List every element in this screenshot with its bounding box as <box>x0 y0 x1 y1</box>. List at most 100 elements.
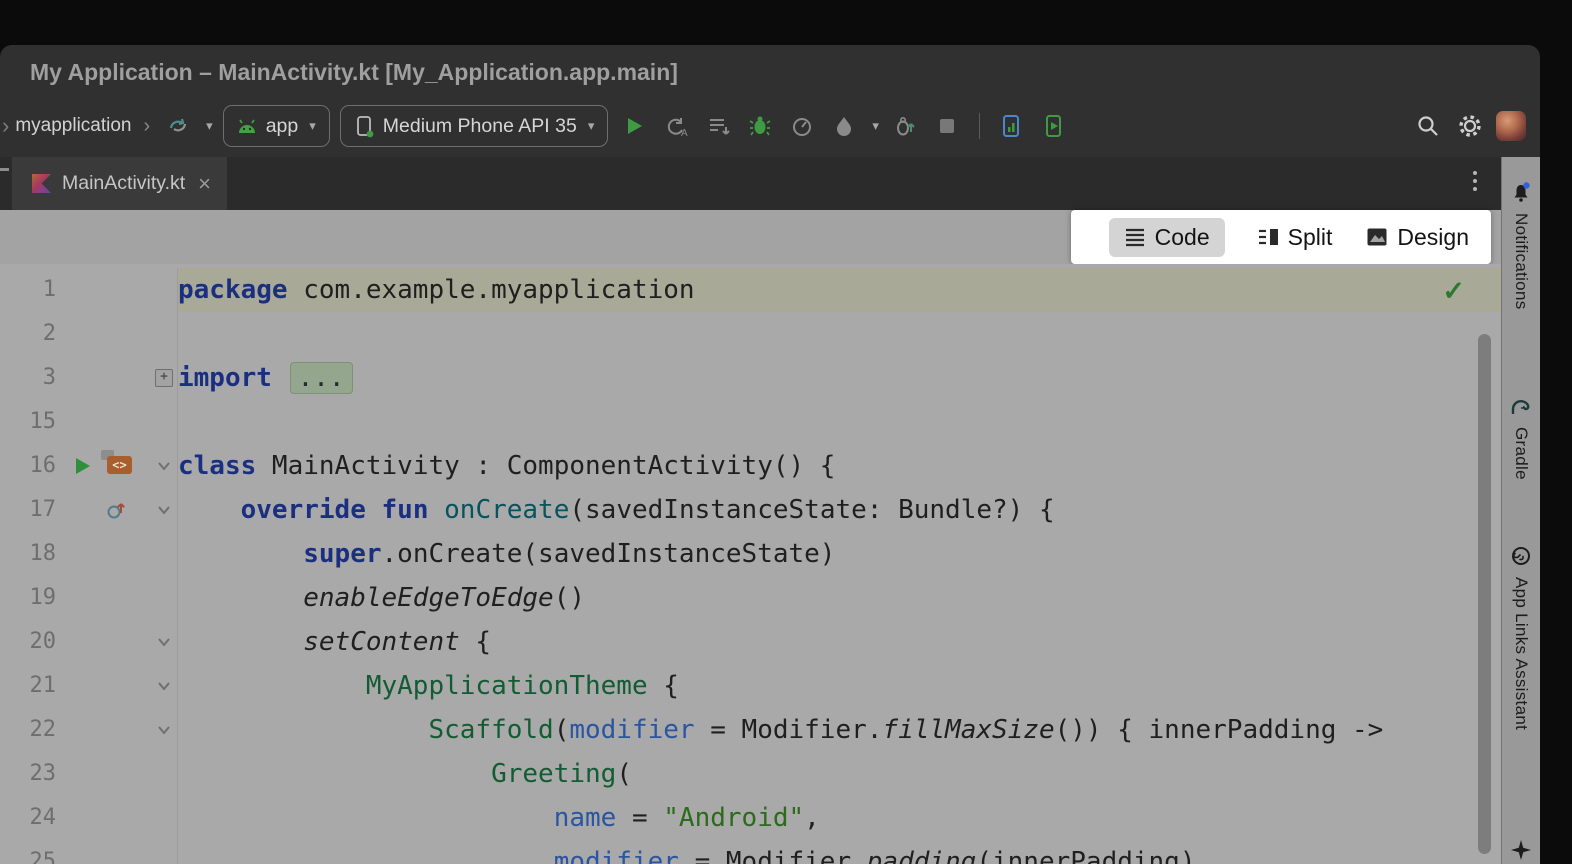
code-text[interactable]: setContent { <box>178 620 1501 664</box>
code-text[interactable]: package com.example.myapplication <box>178 268 1501 312</box>
gutter: 1 <box>0 268 178 312</box>
line-number: 18 <box>0 532 56 576</box>
gutter: 19 <box>0 576 178 620</box>
fold-marker[interactable] <box>152 664 176 708</box>
inspections-ok-check-icon[interactable]: ✓ <box>1442 276 1465 307</box>
code-text[interactable]: import ... <box>178 356 1501 400</box>
chevron-down-icon[interactable]: ▾ <box>872 118 879 134</box>
titlebar: My Application – MainActivity.kt [My_App… <box>0 45 1540 95</box>
gradle-sync-button[interactable] <box>162 110 194 142</box>
code-text[interactable] <box>178 312 1501 356</box>
line-number: 24 <box>0 796 56 840</box>
line-number: 22 <box>0 708 56 752</box>
tool-label-gradle: Gradle <box>1511 427 1531 480</box>
android-icon <box>237 119 257 134</box>
tool-button-gemini[interactable] <box>1502 839 1540 861</box>
left-stripe-handle[interactable] <box>0 168 9 171</box>
chevron-right-icon: › <box>144 115 151 138</box>
run-gutter-icon[interactable] <box>72 456 92 476</box>
mode-design-label: Design <box>1397 224 1469 251</box>
code-line: 20 setContent { <box>0 620 1501 664</box>
profile-app-button[interactable] <box>786 110 818 142</box>
code-line: 22 Scaffold(modifier = Modifier.fillMaxS… <box>0 708 1501 752</box>
code-text[interactable]: MyApplicationTheme { <box>178 664 1501 708</box>
attach-debugger-button[interactable] <box>889 110 921 142</box>
code-text[interactable]: enableEdgeToEdge() <box>178 576 1501 620</box>
device-selector[interactable]: Medium Phone API 35 ▾ <box>340 105 609 147</box>
mode-code-button[interactable]: Code <box>1109 218 1225 257</box>
mode-split-button[interactable]: Split <box>1255 218 1335 257</box>
tool-label-app-links-assistant: App Links Assistant <box>1511 577 1531 730</box>
run-button[interactable] <box>618 110 650 142</box>
code-text[interactable]: override fun onCreate(savedInstanceState… <box>178 488 1501 532</box>
settings-gear-icon[interactable] <box>1454 110 1486 142</box>
running-devices-button[interactable] <box>1038 110 1070 142</box>
line-number: 25 <box>0 840 56 864</box>
code-line: 17 override fun onCreate(savedInstanceSt… <box>0 488 1501 532</box>
debug-button[interactable] <box>744 110 776 142</box>
line-number: 20 <box>0 620 56 664</box>
breadcrumb-edge-chevron-icon: › <box>2 113 9 139</box>
code-line: 19 enableEdgeToEdge() <box>0 576 1501 620</box>
device-manager-button[interactable] <box>996 110 1028 142</box>
fold-marker[interactable]: + <box>152 356 176 400</box>
project-breadcrumb[interactable]: myapplication <box>15 115 131 137</box>
line-number: 21 <box>0 664 56 708</box>
editor-scrollbar[interactable] <box>1478 334 1491 854</box>
code-editor[interactable]: 1package com.example.myapplication23+imp… <box>0 264 1501 864</box>
gutter: 15 <box>0 400 178 444</box>
line-number: 23 <box>0 752 56 796</box>
profiler-tasks-button[interactable] <box>828 110 860 142</box>
fold-marker <box>152 796 176 840</box>
fold-marker <box>152 532 176 576</box>
line-number: 15 <box>0 400 56 444</box>
fold-marker <box>152 312 176 356</box>
fold-marker[interactable] <box>152 620 176 664</box>
tab-mainactivity[interactable]: MainActivity.kt × <box>12 157 227 210</box>
code-text[interactable]: Greeting( <box>178 752 1501 796</box>
code-line: 3+import ... <box>0 356 1501 400</box>
apply-changes-button[interactable] <box>702 110 734 142</box>
override-gutter-icon[interactable] <box>106 499 128 521</box>
mode-code-label: Code <box>1155 224 1210 251</box>
gutter: 2 <box>0 312 178 356</box>
code-text[interactable]: class MainActivity : ComponentActivity()… <box>178 444 1501 488</box>
tab-close-icon[interactable]: × <box>198 171 211 197</box>
module-selector[interactable]: app ▾ <box>223 105 330 147</box>
code-text[interactable]: super.onCreate(savedInstanceState) <box>178 532 1501 576</box>
tab-label: MainActivity.kt <box>62 172 185 195</box>
code-text[interactable]: modifier = Modifier.padding(innerPadding… <box>178 840 1501 864</box>
tool-button-app-links-assistant[interactable]: App Links Assistant <box>1502 545 1540 730</box>
code-line: 24 name = "Android", <box>0 796 1501 840</box>
main-toolbar: › myapplication › ▾ app ▾ Medium Phone A… <box>0 95 1540 157</box>
mode-design-button[interactable]: Design <box>1364 218 1471 257</box>
sparkle-icon <box>1510 839 1532 861</box>
tab-options-kebab-icon[interactable] <box>1473 171 1477 191</box>
code-line: 21 MyApplicationTheme { <box>0 664 1501 708</box>
fold-marker <box>152 576 176 620</box>
screen-right-margin <box>1540 0 1572 864</box>
fold-marker[interactable] <box>152 444 176 488</box>
fold-marker[interactable] <box>152 708 176 752</box>
code-text[interactable]: name = "Android", <box>178 796 1501 840</box>
gutter: 25 <box>0 840 178 864</box>
line-number: 2 <box>0 312 56 356</box>
code-text[interactable] <box>178 400 1501 444</box>
stop-button[interactable] <box>931 110 963 142</box>
bell-icon <box>1510 181 1532 203</box>
chevron-down-icon: ▾ <box>309 118 316 134</box>
compose-gutter-icon[interactable]: <> <box>100 444 132 488</box>
chevron-down-icon[interactable]: ▾ <box>206 118 213 134</box>
line-number: 19 <box>0 576 56 620</box>
device-label: Medium Phone API 35 <box>383 115 577 138</box>
search-everywhere-button[interactable] <box>1412 110 1444 142</box>
user-avatar[interactable] <box>1496 111 1526 141</box>
fold-marker[interactable] <box>152 488 176 532</box>
kotlin-file-icon <box>32 174 51 193</box>
rerun-with-coverage-button[interactable]: A <box>660 110 692 142</box>
tool-button-notifications[interactable]: Notifications <box>1502 181 1540 310</box>
tool-button-gradle[interactable]: Gradle <box>1502 395 1540 480</box>
code-text[interactable]: Scaffold(modifier = Modifier.fillMaxSize… <box>178 708 1501 752</box>
editor-mode-switcher: Code Split Design <box>1071 210 1491 264</box>
editor-tab-bar: MainActivity.kt × <box>0 157 1501 210</box>
